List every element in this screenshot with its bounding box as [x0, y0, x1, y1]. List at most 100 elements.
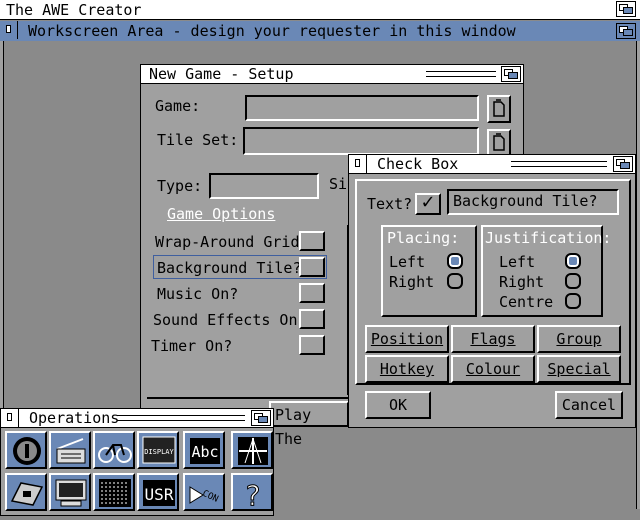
crosshair-icon: [238, 437, 268, 465]
justification-centre-radio[interactable]: [565, 293, 581, 309]
cancel-button[interactable]: Cancel: [555, 391, 623, 419]
operations-title-stripe: [117, 415, 245, 421]
game-field[interactable]: [245, 95, 479, 121]
placing-title: Placing:: [387, 229, 460, 247]
user-icon: USR: [143, 480, 175, 506]
operations-window: Operations DISPLAY Abc USR CON ?: [0, 408, 274, 516]
display-tool[interactable]: DISPLAY: [137, 431, 179, 469]
game-file-button[interactable]: [487, 95, 511, 123]
special-button[interactable]: Special: [537, 355, 621, 383]
justification-left-radio[interactable]: [565, 253, 581, 269]
option-label: Timer On?: [151, 337, 233, 355]
close-icon[interactable]: [1, 409, 19, 427]
display-icon: DISPLAY: [142, 436, 176, 464]
checkbox-window: Check Box Text? ✓ Background Tile? Placi…: [348, 154, 636, 428]
info-icon: [13, 437, 41, 465]
placing-left-label: Left: [389, 253, 426, 271]
position-button[interactable]: Position: [365, 325, 449, 353]
close-icon[interactable]: [349, 155, 367, 173]
setup-title: New Game - Setup: [149, 65, 294, 83]
colour-button-label: Colour: [465, 360, 521, 378]
crosshair-tool[interactable]: [231, 431, 273, 469]
group-button[interactable]: Group: [537, 325, 621, 353]
help-icon: ?: [245, 479, 261, 510]
monitor-icon: [55, 479, 87, 507]
checkbox-title-bar[interactable]: Check Box: [349, 155, 635, 174]
help-tool[interactable]: ?: [231, 473, 273, 511]
flags-button[interactable]: Flags: [451, 325, 535, 353]
setup-title-stripe: [426, 71, 496, 77]
depth-icon[interactable]: [613, 156, 633, 172]
screen-title-bar: The AWE Creator: [0, 0, 640, 20]
type-label: Type:: [157, 177, 203, 195]
depth-icon[interactable]: [501, 66, 521, 82]
screen-title: The AWE Creator: [6, 1, 142, 19]
music-checkbox[interactable]: [299, 283, 325, 303]
connect-icon-text: CON: [201, 489, 220, 505]
ok-button[interactable]: OK: [365, 391, 431, 419]
cancel-button-label: Cancel: [561, 396, 617, 414]
workscreen-title-bar[interactable]: Workscreen Area - design your requester …: [0, 21, 640, 41]
radio-tool[interactable]: [49, 431, 91, 469]
help-icon-text: ?: [246, 479, 261, 509]
option-label: Sound Effects On?: [153, 311, 307, 329]
text-field-value: Background Tile?: [453, 192, 598, 210]
screen-depth-icon[interactable]: [616, 1, 636, 17]
depth-icon[interactable]: [251, 410, 271, 426]
placing-right-radio[interactable]: [447, 273, 463, 289]
bicycle-icon: [98, 444, 132, 463]
depth-icon[interactable]: [616, 23, 636, 39]
operations-title-bar[interactable]: Operations: [1, 409, 273, 428]
text-tool[interactable]: Abc: [183, 431, 225, 469]
game-options-link[interactable]: Game Options: [167, 205, 275, 223]
bicycle-tool[interactable]: [93, 431, 135, 469]
justification-centre-label: Centre: [499, 293, 554, 311]
hotkey-button-label: Hotkey: [379, 360, 435, 378]
pattern-icon: [99, 479, 131, 507]
sound-effects-checkbox[interactable]: [299, 309, 325, 329]
hotkey-button[interactable]: Hotkey: [365, 355, 449, 383]
tileset-file-button[interactable]: [487, 129, 511, 157]
checkmark-icon: ✓: [420, 192, 436, 213]
option-label: Wrap-Around Grid?: [155, 233, 309, 251]
justification-left-label: Left: [499, 253, 536, 271]
user-icon-text: USR: [145, 485, 174, 504]
text-field[interactable]: Background Tile?: [447, 189, 619, 215]
colour-button[interactable]: Colour: [451, 355, 535, 383]
position-button-label: Position: [370, 330, 444, 348]
special-button-label: Special: [547, 360, 611, 378]
workscreen-title: Workscreen Area - design your requester …: [28, 22, 516, 40]
placing-right-label: Right: [389, 273, 435, 291]
option-label: Background Tile?: [157, 259, 302, 277]
justification-right-radio[interactable]: [565, 273, 581, 289]
keyboard-icon: [10, 482, 44, 506]
close-icon[interactable]: [0, 21, 18, 39]
text-icon-text: Abc: [191, 443, 218, 461]
connect-tool[interactable]: CON: [183, 473, 225, 511]
flags-button-label: Flags: [470, 330, 516, 348]
display-icon-text: DISPLAY: [144, 448, 174, 456]
file-requester-icon: [493, 133, 505, 151]
justification-title: Justification:: [485, 229, 612, 247]
info-tool[interactable]: [5, 431, 47, 469]
type-field[interactable]: [209, 173, 319, 199]
radio-icon: [56, 438, 86, 464]
size-label: Si: [329, 175, 348, 193]
background-tile-checkbox[interactable]: [299, 257, 325, 277]
ok-button-label: OK: [388, 396, 408, 414]
text-checkbox[interactable]: ✓: [415, 193, 441, 215]
setup-title-bar[interactable]: New Game - Setup: [141, 65, 523, 84]
monitor-tool[interactable]: [49, 473, 91, 511]
text-label: Text?: [367, 195, 413, 213]
timer-checkbox[interactable]: [299, 335, 325, 355]
play-button[interactable]: Play The: [269, 401, 349, 448]
workscreen-right-border: [636, 41, 640, 509]
group-button-label: Group: [556, 330, 602, 348]
placing-left-radio[interactable]: [447, 253, 463, 269]
justification-right-label: Right: [499, 273, 545, 291]
pattern-tool[interactable]: [93, 473, 135, 511]
tileset-field[interactable]: [243, 127, 479, 155]
wrap-around-checkbox[interactable]: [299, 231, 325, 251]
keyboard-tool[interactable]: [5, 473, 47, 511]
user-tool[interactable]: USR: [137, 473, 179, 511]
